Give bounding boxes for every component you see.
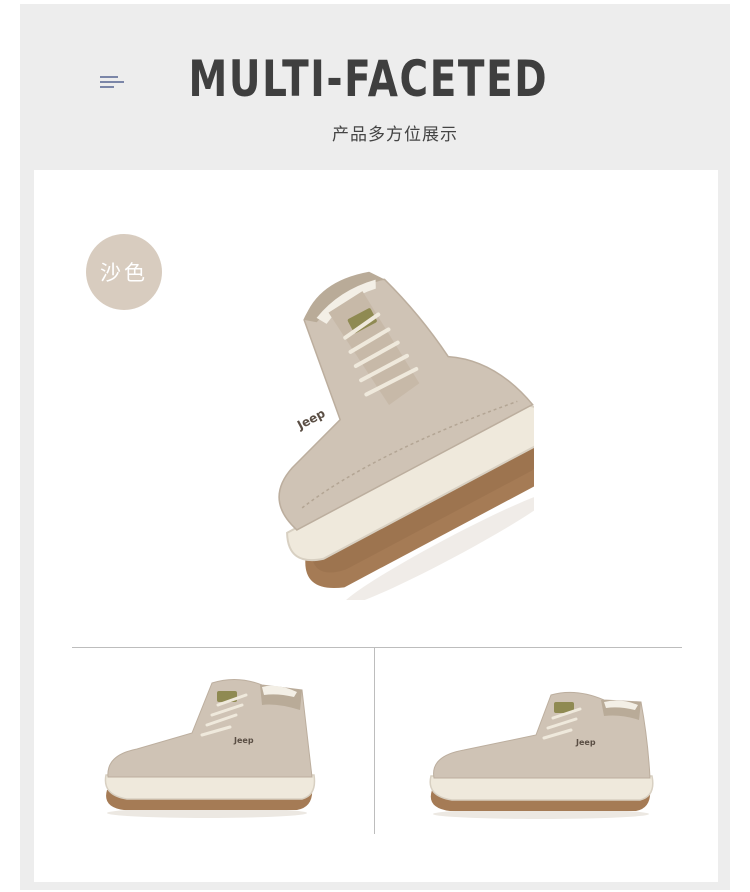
hero-brand-mark: Jeep [294,406,328,433]
section-header: MULTI-FACETED 产品多方位展示 [20,4,730,169]
right-brand-mark: Jeep [575,738,596,747]
vertical-divider [374,648,375,834]
horizontal-divider [72,647,682,648]
side-view-left-image[interactable]: Jeep [102,675,317,820]
hero-boot-image[interactable]: Jeep [204,210,534,600]
section-title: MULTI-FACETED [188,50,549,108]
side-view-right-image[interactable]: Jeep [426,690,656,820]
page-frame: MULTI-FACETED 产品多方位展示 沙色 Jeep Jeep Jeep [20,4,730,890]
section-subtitle: 产品多方位展示 [332,125,458,145]
left-brand-mark: Jeep [233,736,254,745]
product-panel: 沙色 Jeep Jeep Jeep [34,170,718,882]
color-badge-label: 沙色 [100,261,148,285]
color-badge: 沙色 [86,234,162,310]
